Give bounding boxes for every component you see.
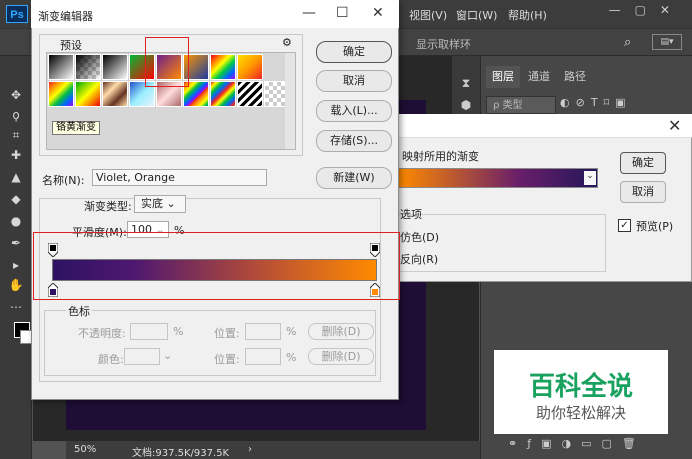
delete-opacity-stop-button[interactable]: 删除(D) [308, 323, 374, 340]
tab-paths[interactable]: 路径 [558, 66, 592, 88]
menu-view[interactable]: 视图(V) [409, 7, 447, 23]
lasso-icon[interactable]: ϙ [6, 106, 26, 124]
chevron-down-icon: ⌄ [163, 197, 176, 210]
preset-swatch[interactable] [102, 54, 128, 80]
gear-icon[interactable]: ⚙ [282, 36, 292, 49]
name-input[interactable]: Violet, Orange [92, 169, 267, 186]
presets-label: 预设 [58, 37, 84, 53]
highlight-box-gradient-bar [33, 232, 400, 300]
cancel-button[interactable]: 取消 [316, 70, 392, 92]
chevron-down-icon[interactable]: ⌄ [584, 171, 596, 185]
menu-window[interactable]: 窗口(W) [456, 7, 497, 23]
color-stops-group [44, 310, 376, 376]
preset-tooltip: 铬黄渐变 [52, 121, 100, 135]
preset-swatch[interactable] [210, 54, 236, 80]
presets-scrollbar[interactable] [285, 53, 295, 149]
photoshop-window-controls[interactable]: —▢✕ [609, 3, 684, 17]
tab-channels[interactable]: 通道 [522, 66, 556, 88]
heal-icon[interactable]: ✚ [6, 146, 26, 164]
crop-icon[interactable]: ⌗ [6, 126, 26, 144]
stop-color-swatch[interactable] [124, 348, 160, 365]
save-button[interactable]: 存储(S)... [316, 130, 392, 152]
gradient-map-title-bar [394, 114, 692, 138]
name-label: 名称(N): [42, 174, 85, 187]
preset-swatch[interactable] [210, 81, 236, 107]
layer-actions[interactable]: ⚭ƒ▣◑▭▢🗑 [508, 437, 646, 450]
layer-filter-select[interactable]: ρ 类型 [486, 96, 556, 114]
tools-panel: ✥ ϙ ⌗ ✚ ▲ ◆ ● ✒ ▸ ✋ ⋯ [0, 56, 32, 459]
preset-swatch[interactable] [237, 81, 263, 107]
watermark-subtitle: 助你轻松解决 [535, 404, 626, 422]
menu-help[interactable]: 帮助(H) [508, 7, 547, 23]
delete-color-stop-button[interactable]: 删除(D) [308, 348, 374, 365]
stamp-icon[interactable]: ▲ [6, 168, 26, 186]
color-location-percent: % [286, 351, 297, 364]
reverse-checkbox-label[interactable]: 反向(R) [400, 251, 438, 267]
watermark-title: 百科全说 [528, 372, 633, 402]
preset-swatch[interactable] [102, 81, 128, 107]
preset-swatch[interactable] [75, 54, 101, 80]
zoom-level[interactable]: 50% [74, 444, 96, 455]
opacity-location-label: 位置: [214, 327, 240, 340]
document-info: 文档:937.5K/937.5K [132, 448, 230, 459]
maximize-icon[interactable]: ☐ [336, 5, 349, 21]
chevron-down-icon: ⌄ [163, 349, 173, 362]
color-location-input[interactable] [245, 348, 281, 365]
gradient-map-close-icon[interactable]: ✕ [668, 116, 681, 135]
dither-checkbox-label[interactable]: 仿色(D) [400, 229, 439, 245]
history-icon[interactable]: ⧗ [456, 76, 476, 94]
load-button[interactable]: 载入(L)... [316, 100, 392, 122]
layer-tabs: 图层 通道 路径 [482, 66, 690, 88]
gradient-editor-title: 渐变编辑器 [38, 10, 93, 23]
eraser-icon[interactable]: ◆ [6, 190, 26, 208]
pen-icon[interactable]: ✒ [6, 234, 26, 252]
gradient-map-preview-bar[interactable] [398, 168, 598, 188]
stop-opacity-input[interactable] [130, 323, 168, 340]
move-icon[interactable]: ✥ [6, 86, 26, 104]
opacity-location-percent: % [286, 325, 297, 338]
preset-swatch[interactable] [48, 81, 74, 107]
status-arrow-icon[interactable]: › [248, 444, 252, 455]
layer-filter-icons[interactable]: ◐⊘T⌑▣ [560, 96, 632, 109]
preview-label[interactable]: 预览(P) [636, 218, 673, 234]
search-icon[interactable]: ⌕ [624, 35, 631, 50]
gradient-map-cancel-button[interactable]: 取消 [620, 181, 666, 203]
gradient-type-value: 实底 [141, 197, 163, 210]
opacity-percent: % [173, 325, 184, 338]
preset-swatch[interactable] [75, 81, 101, 107]
color-stops-label: 色标 [66, 303, 92, 319]
opacity-label: 不透明度: [78, 327, 126, 340]
gradient-map-ok-button[interactable]: 确定 [620, 152, 666, 174]
tab-layers[interactable]: 图层 [486, 66, 520, 88]
gradient-map-label: 映射所用的渐变 [402, 150, 479, 163]
preview-checkbox[interactable]: ✓ [618, 219, 631, 232]
gradient-options-label: 选项 [400, 208, 422, 221]
gradient-type-label: 渐变类型: [84, 200, 132, 213]
gradient-type-select[interactable]: 实底 ⌄ [134, 195, 186, 213]
opacity-location-input[interactable] [245, 323, 281, 340]
color-label: 颜色: [98, 353, 124, 366]
hand-icon[interactable]: ✋ [6, 276, 26, 294]
blur-icon[interactable]: ● [6, 212, 26, 230]
highlight-box-preset [145, 37, 189, 87]
more-icon[interactable]: ⋯ [6, 298, 26, 316]
show-sampling-ring-label[interactable]: 显示取样环 [416, 36, 471, 52]
status-bar: 50% 文档:937.5K/937.5K › [66, 441, 480, 459]
photoshop-logo: Ps [6, 5, 28, 23]
select-icon[interactable]: ▸ [6, 256, 26, 274]
new-button[interactable]: 新建(W) [316, 167, 392, 189]
workspace-switcher-icon[interactable]: ▤▾ [652, 34, 682, 50]
preset-swatch[interactable] [48, 54, 74, 80]
color-location-label: 位置: [214, 353, 240, 366]
minimize-icon[interactable]: — [302, 5, 316, 21]
close-icon[interactable]: ✕ [372, 5, 384, 21]
preset-swatch[interactable] [237, 54, 263, 80]
ok-button[interactable]: 确定 [316, 41, 392, 63]
